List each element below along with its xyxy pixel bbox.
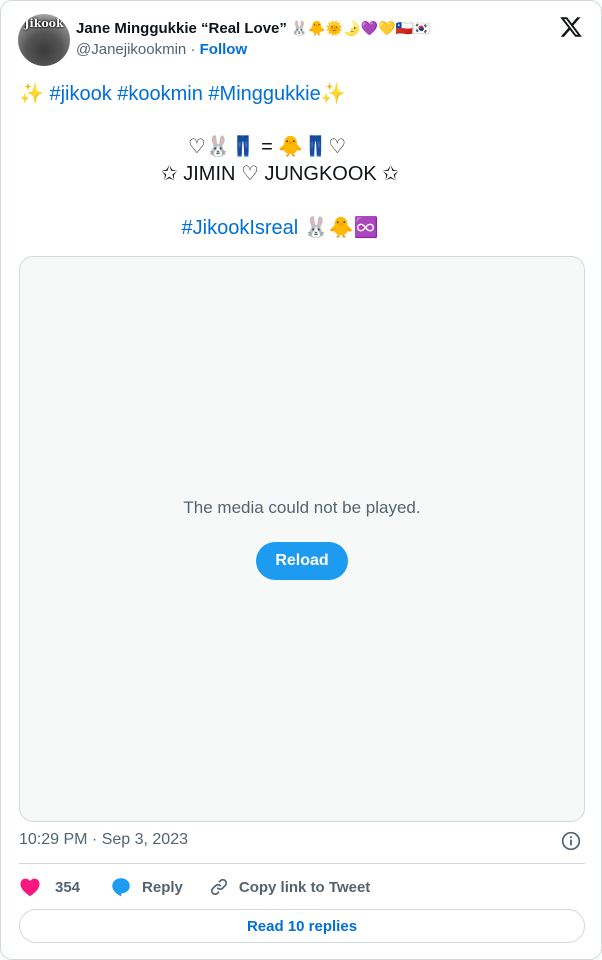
line4-emojis: 🐰🐥♾️: [298, 217, 379, 239]
author-handle[interactable]: @Janejikookmin: [76, 41, 186, 58]
display-name[interactable]: Jane Minggukkie “Real Love”: [76, 20, 287, 37]
reply-bubble-icon: [112, 878, 130, 897]
sparkles-emoji-trail: ✨: [320, 83, 346, 105]
copy-link-label: Copy link to Tweet: [238, 878, 371, 896]
reload-button[interactable]: Reload: [256, 542, 348, 580]
avatar[interactable]: Jikook: [18, 14, 70, 66]
reply-label: Reply: [142, 878, 183, 896]
action-bar: 354 Reply Copy link to Tweet: [19, 875, 370, 899]
tweet-card: Jikook Jane Minggukkie “Real Love” 🐰🐥🌞🌛💜…: [0, 0, 602, 960]
heart-icon: [20, 878, 40, 897]
tweet-line-emoji-equation: ♡🐰👖 = 🐥👖♡: [187, 136, 347, 158]
name-emojis: 🐰🐥🌞🌛💜💛🇨🇱🇰🇷: [290, 19, 431, 36]
copy-link-action[interactable]: Copy link to Tweet: [209, 877, 370, 897]
media-player[interactable]: The media could not be played. Reload: [19, 256, 585, 822]
handle-separator: ·: [190, 41, 196, 58]
like-count: 354: [55, 878, 81, 896]
handle-line: @Janejikookmin · Follow: [76, 41, 247, 58]
tweet-line-jikookisreal: #JikookIsreal 🐰🐥♾️: [19, 215, 585, 241]
follow-link[interactable]: Follow: [200, 41, 248, 58]
divider: [19, 863, 585, 864]
x-logo-icon[interactable]: [558, 15, 584, 39]
hashtag-jikookisreal[interactable]: #JikookIsreal: [182, 217, 299, 239]
reply-action[interactable]: Reply: [110, 876, 183, 898]
avatar-text: Jikook: [24, 17, 64, 30]
media-error-message: The media could not be played.: [183, 498, 421, 517]
tweet-line-names: ✩ JIMIN ♡ JUNGKOOK ✩: [160, 163, 400, 185]
author-name-line[interactable]: Jane Minggukkie “Real Love” 🐰🐥🌞🌛💜💛🇨🇱🇰🇷: [76, 17, 430, 39]
sparkles-emoji: ✨: [19, 83, 50, 105]
tweet-line-hashtags: ✨ #jikook #kookmin #Minggukkie✨: [19, 81, 346, 107]
like-action[interactable]: 354: [19, 877, 80, 897]
hashtag-links[interactable]: #jikook #kookmin #Minggukkie: [49, 83, 320, 105]
tweet-timestamp[interactable]: 10:29 PM · Sep 3, 2023: [19, 831, 188, 849]
link-icon: [210, 878, 227, 896]
read-replies-button[interactable]: Read 10 replies: [19, 909, 585, 943]
info-icon[interactable]: [561, 831, 581, 851]
